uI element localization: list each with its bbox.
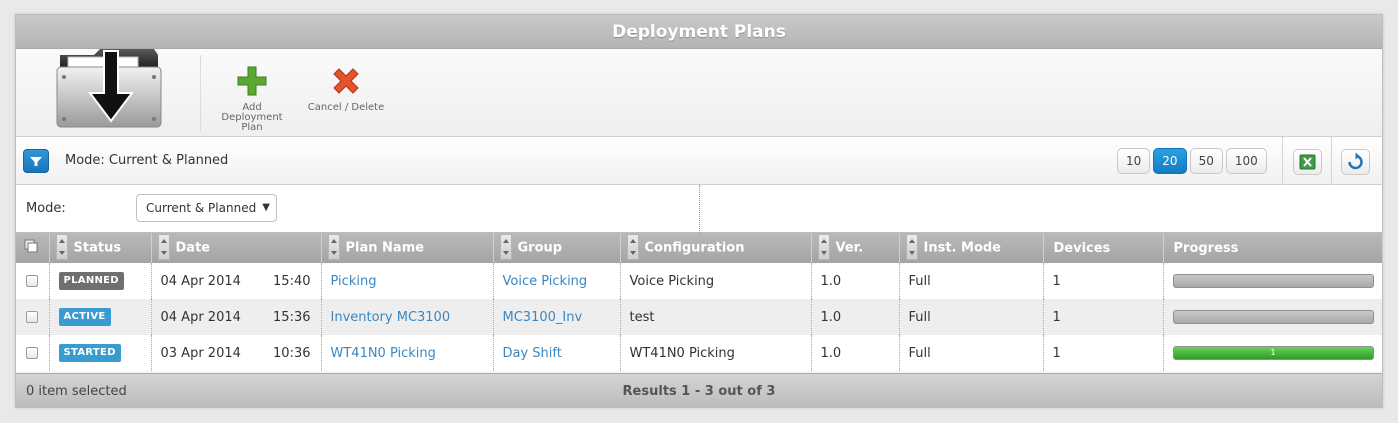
window-title: Deployment Plans <box>16 15 1382 49</box>
close-icon <box>333 68 359 94</box>
sort-arrows-icon[interactable] <box>817 234 830 260</box>
grid-footer: 0 item selected Results 1 - 3 out of 3 <box>16 373 1382 407</box>
filter-separator <box>1331 137 1332 185</box>
group-link[interactable]: Voice Picking <box>503 274 588 289</box>
row-date: 04 Apr 2014 <box>160 273 241 289</box>
page-size-selector: 10 20 50 100 <box>1117 148 1267 174</box>
mode-filter-row: Mode: Current & Planned ▼ <box>16 185 1382 233</box>
mode-divider <box>699 185 700 233</box>
row-checkbox[interactable] <box>26 311 38 323</box>
sort-arrows-icon[interactable] <box>626 234 639 260</box>
filter-separator <box>1282 137 1283 185</box>
plan-name-link[interactable]: WT41N0 Picking <box>331 346 436 361</box>
plan-name-link[interactable]: Inventory MC3100 <box>331 310 451 325</box>
deployment-plans-table: Status Date Plan Name Group Configuratio… <box>16 233 1383 371</box>
table-row[interactable]: PLANNED 04 Apr 2014 15:40 Picking Voice P… <box>16 263 1382 299</box>
excel-icon <box>1299 154 1316 170</box>
add-deployment-plan-label: Add Deployment Plan <box>221 102 283 133</box>
status-badge: PLANNED <box>58 272 124 290</box>
select-all-header[interactable] <box>16 233 50 263</box>
column-header-version[interactable]: Ver. <box>811 233 900 263</box>
mode-select-value: Current & Planned <box>146 201 257 215</box>
table-row[interactable]: ACTIVE 04 Apr 2014 15:36 Inventory MC3100… <box>16 299 1382 335</box>
row-configuration: Voice Picking <box>620 263 812 299</box>
column-header-inst-mode[interactable]: Inst. Mode <box>899 233 1044 263</box>
mode-label: Mode: <box>26 201 66 216</box>
mode-select[interactable]: Current & Planned ▼ <box>136 194 277 222</box>
page-size-10[interactable]: 10 <box>1117 148 1151 174</box>
export-excel-button[interactable] <box>1293 149 1322 175</box>
page-size-100[interactable]: 100 <box>1225 148 1267 174</box>
current-mode-text: Mode: Current & Planned <box>65 153 229 168</box>
column-header-devices: Devices <box>1043 233 1164 263</box>
sort-arrows-icon[interactable] <box>157 234 170 260</box>
column-header-status[interactable]: Status <box>49 233 152 263</box>
row-version: 1.0 <box>811 335 900 371</box>
row-time: 10:36 <box>273 345 311 361</box>
group-link[interactable]: Day Shift <box>503 346 562 361</box>
page-size-20[interactable]: 20 <box>1153 148 1187 174</box>
row-configuration: WT41N0 Picking <box>620 335 812 371</box>
sort-arrows-icon[interactable] <box>905 234 918 260</box>
table-row[interactable]: STARTED 03 Apr 2014 10:36 WT41N0 Picking … <box>16 335 1382 371</box>
status-badge: STARTED <box>58 344 121 362</box>
row-inst-mode: Full <box>899 263 1044 299</box>
progress-bar <box>1172 310 1374 324</box>
row-time: 15:36 <box>273 309 311 325</box>
cancel-delete-label: Cancel / Delete <box>307 102 385 113</box>
toolbar: Add Deployment Plan Cancel / Delete <box>16 49 1382 137</box>
plan-name-link[interactable]: Picking <box>331 274 377 289</box>
group-link[interactable]: MC3100_Inv <box>503 310 583 325</box>
column-header-progress: Progress <box>1163 233 1383 263</box>
row-devices: 1 <box>1043 299 1164 335</box>
select-all-icon <box>24 239 38 253</box>
plus-icon <box>237 66 267 96</box>
results-summary: Results 1 - 3 out of 3 <box>622 384 776 399</box>
sort-arrows-icon[interactable] <box>327 234 340 260</box>
progress-bar <box>1172 274 1374 288</box>
deployment-plans-panel: Deployment Plans Add Deployment Plan Can… <box>15 14 1383 408</box>
page-size-50[interactable]: 50 <box>1189 148 1223 174</box>
row-time: 15:40 <box>273 273 311 289</box>
cancel-delete-button[interactable]: Cancel / Delete <box>306 65 386 113</box>
column-header-date[interactable]: Date <box>151 233 322 263</box>
row-configuration: test <box>620 299 812 335</box>
row-date: 04 Apr 2014 <box>160 309 241 325</box>
sort-arrows-icon[interactable] <box>499 234 512 260</box>
row-inst-mode: Full <box>899 299 1044 335</box>
row-checkbox[interactable] <box>26 275 38 287</box>
table-header-row: Status Date Plan Name Group Configuratio… <box>16 233 1383 263</box>
status-badge: ACTIVE <box>58 308 111 326</box>
refresh-icon <box>1348 152 1363 170</box>
filter-button[interactable] <box>23 149 49 173</box>
column-header-group[interactable]: Group <box>493 233 621 263</box>
row-inst-mode: Full <box>899 335 1044 371</box>
row-date: 03 Apr 2014 <box>160 345 241 361</box>
progress-label: 1 <box>1270 348 1276 357</box>
caret-down-icon: ▼ <box>262 202 270 213</box>
row-checkbox[interactable] <box>26 347 38 359</box>
refresh-button[interactable] <box>1341 149 1370 175</box>
filter-bar: Mode: Current & Planned 10 20 50 100 <box>16 137 1382 185</box>
progress-bar: 1 <box>1172 346 1374 360</box>
sort-arrows-icon[interactable] <box>55 234 68 260</box>
row-version: 1.0 <box>811 299 900 335</box>
row-devices: 1 <box>1043 263 1164 299</box>
funnel-icon <box>30 157 42 166</box>
column-header-plan-name[interactable]: Plan Name <box>321 233 494 263</box>
column-header-configuration[interactable]: Configuration <box>620 233 812 263</box>
row-version: 1.0 <box>811 263 900 299</box>
add-deployment-plan-button[interactable]: Add Deployment Plan <box>212 65 292 133</box>
row-devices: 1 <box>1043 335 1164 371</box>
toolbar-separator <box>200 55 201 131</box>
download-folder-icon <box>54 37 164 133</box>
